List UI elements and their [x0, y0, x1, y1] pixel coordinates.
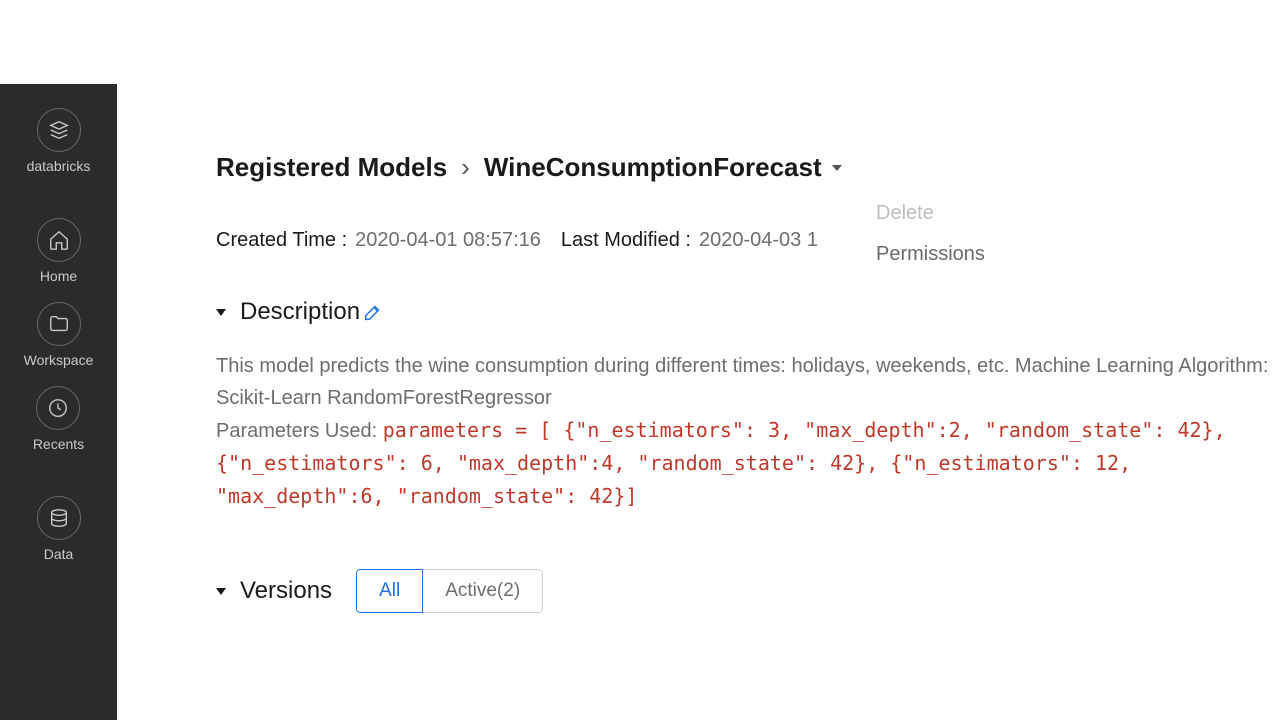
- sidebar-item-label: Workspace: [24, 352, 94, 368]
- sidebar-brand-label: databricks: [27, 158, 91, 174]
- breadcrumb-root[interactable]: Registered Models: [216, 152, 447, 183]
- context-menu: Delete Permissions: [876, 196, 985, 278]
- description-text: This model predicts the wine consumption…: [216, 355, 1268, 409]
- versions-filter: All Active(2): [356, 569, 543, 613]
- main-content: Registered Models › WineConsumptionForec…: [216, 152, 1270, 613]
- sidebar-item-recents[interactable]: Recents: [33, 386, 84, 452]
- meta-row: Created Time : 2020-04-01 08:57:16 Last …: [216, 229, 1270, 252]
- sidebar-item-label: Home: [40, 268, 77, 284]
- last-modified-value: 2020-04-03 1: [699, 229, 818, 252]
- created-time-label: Created Time :: [216, 229, 347, 252]
- breadcrumb-current-label: WineConsumptionForecast: [484, 152, 822, 183]
- chevron-down-icon: [216, 309, 226, 316]
- parameters-label: Parameters Used:: [216, 420, 383, 442]
- breadcrumb: Registered Models › WineConsumptionForec…: [216, 152, 1270, 183]
- breadcrumb-current[interactable]: WineConsumptionForecast: [484, 152, 842, 183]
- chevron-down-icon: [832, 165, 842, 171]
- description-body: This model predicts the wine consumption…: [216, 350, 1270, 513]
- clock-icon: [36, 386, 80, 430]
- sidebar-item-label: Recents: [33, 436, 84, 452]
- sidebar: databricks Home Workspace Recents Data: [0, 84, 117, 720]
- context-menu-permissions[interactable]: Permissions: [876, 237, 985, 278]
- versions-header: Versions All Active(2): [216, 569, 1270, 613]
- breadcrumb-separator: ›: [461, 152, 470, 183]
- database-icon: [37, 496, 81, 540]
- description-header[interactable]: Description: [216, 298, 1270, 326]
- folder-icon: [37, 302, 81, 346]
- created-time-value: 2020-04-01 08:57:16: [355, 229, 541, 252]
- versions-filter-all[interactable]: All: [356, 569, 423, 613]
- edit-icon[interactable]: [362, 301, 384, 323]
- sidebar-item-home[interactable]: Home: [37, 218, 81, 284]
- sidebar-item-data[interactable]: Data: [37, 496, 81, 562]
- home-icon: [37, 218, 81, 262]
- chevron-down-icon: [216, 588, 226, 595]
- context-menu-delete[interactable]: Delete: [876, 196, 985, 237]
- last-modified-label: Last Modified :: [561, 229, 691, 252]
- versions-filter-active[interactable]: Active(2): [423, 569, 543, 613]
- description-title: Description: [240, 298, 360, 326]
- sidebar-item-label: Data: [44, 546, 74, 562]
- databricks-icon: [37, 108, 81, 152]
- sidebar-item-workspace[interactable]: Workspace: [24, 302, 94, 368]
- versions-title: Versions: [240, 577, 332, 605]
- sidebar-brand[interactable]: databricks: [27, 108, 91, 174]
